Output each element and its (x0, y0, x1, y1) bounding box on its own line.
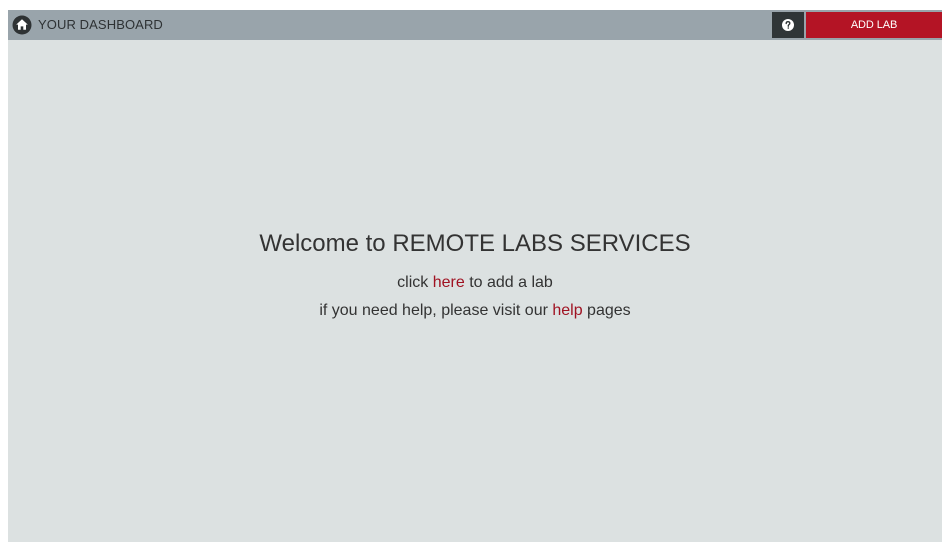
help-suffix: pages (582, 302, 631, 319)
help-button[interactable] (772, 12, 804, 38)
here-link[interactable]: here (433, 274, 465, 291)
help-prefix: if you need help, please visit our (319, 302, 553, 319)
help-link[interactable]: help (552, 302, 582, 319)
dashboard-frame: YOUR DASHBOARD ADD LAB Welcome to REMOTE… (8, 10, 942, 542)
home-icon (12, 15, 32, 35)
add-lab-button[interactable]: ADD LAB (806, 12, 942, 38)
top-bar: YOUR DASHBOARD ADD LAB (8, 10, 942, 40)
help-instruction: if you need help, please visit our help … (8, 301, 942, 321)
question-circle-icon (782, 19, 794, 31)
instruction-prefix: click (397, 274, 433, 291)
dashboard-title: YOUR DASHBOARD (38, 17, 163, 32)
home-button[interactable]: YOUR DASHBOARD (12, 15, 163, 35)
welcome-heading: Welcome to REMOTE LABS SERVICES (259, 230, 691, 257)
add-lab-instruction: click here to add a lab (8, 273, 942, 293)
instruction-suffix: to add a lab (464, 274, 553, 291)
